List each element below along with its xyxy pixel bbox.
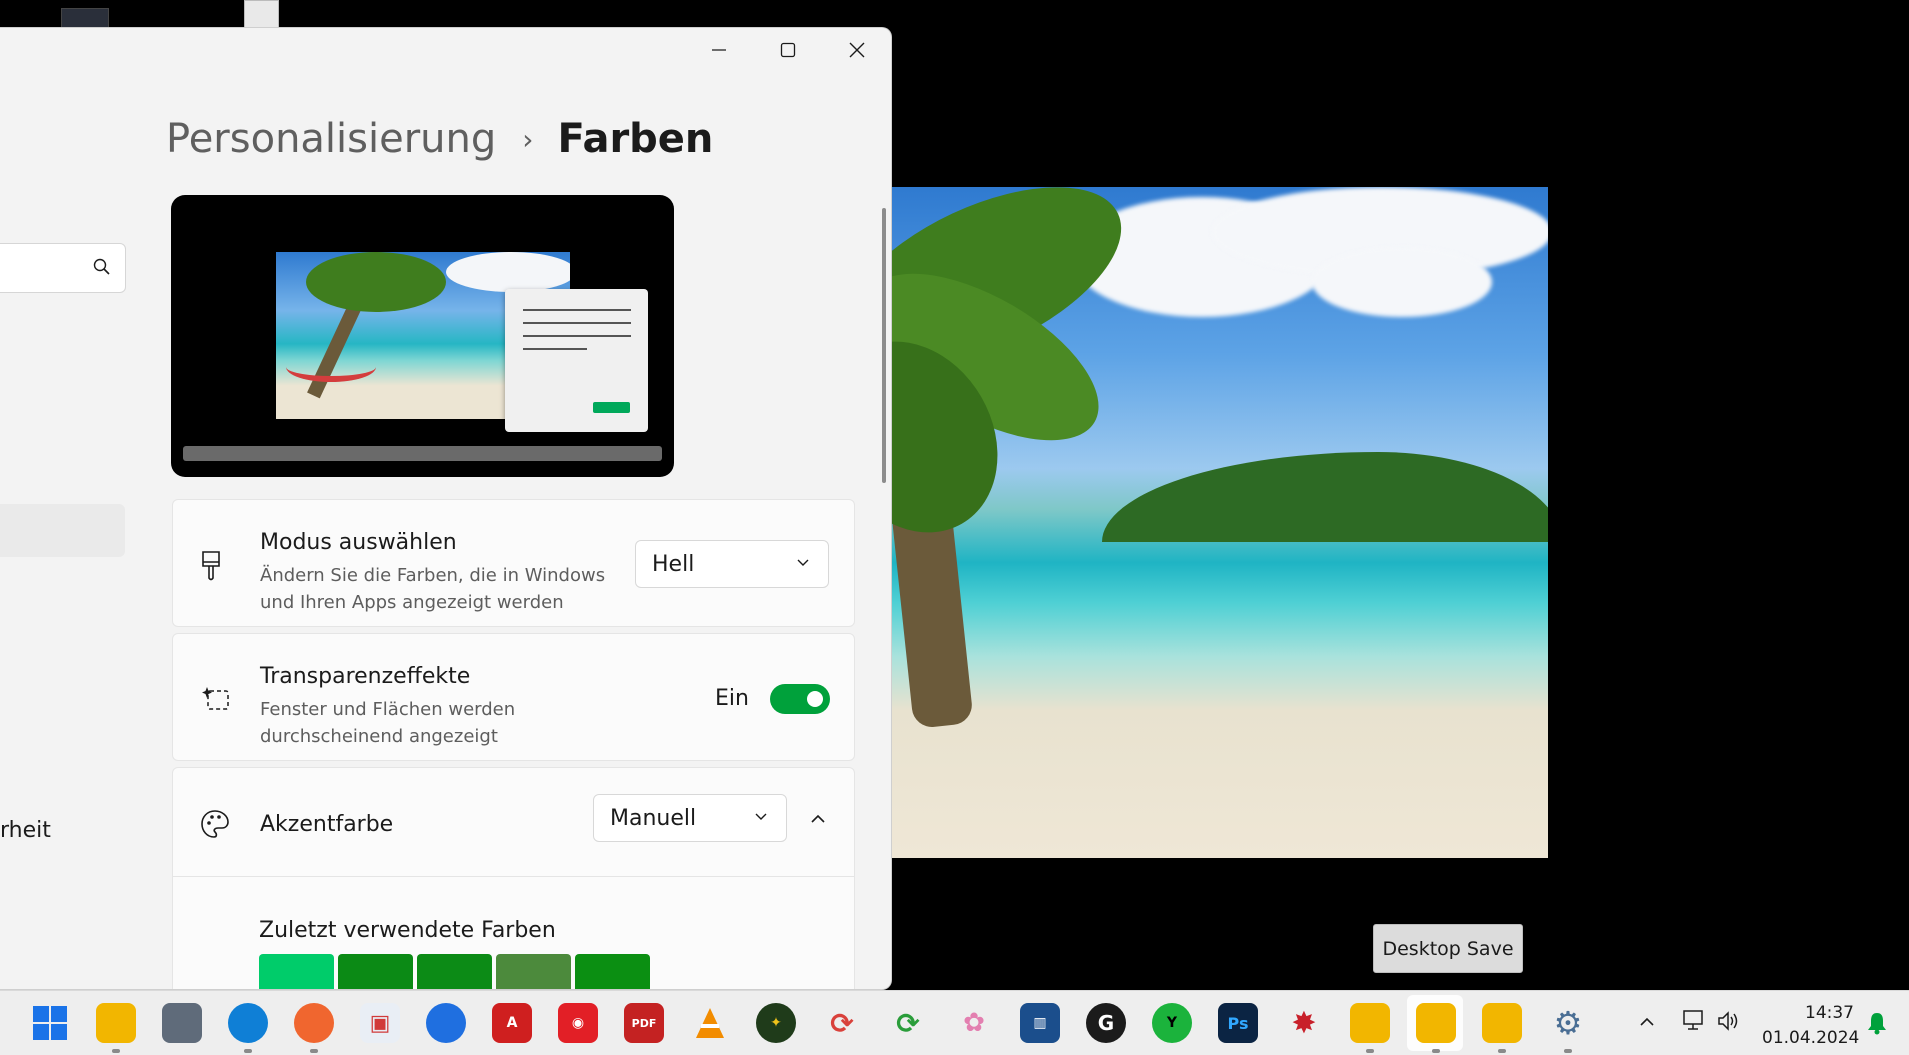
desktop-thumbnail[interactable] (61, 8, 109, 28)
photoshop-icon[interactable]: Ps (1218, 1003, 1258, 1043)
theme-preview (171, 195, 674, 477)
chevron-down-icon (797, 559, 809, 566)
close-button[interactable] (822, 28, 891, 72)
transparency-toggle[interactable] (770, 684, 830, 714)
file-explorer-icon[interactable] (1482, 1003, 1522, 1053)
window-controls (684, 28, 891, 72)
recent-color-swatch[interactable] (575, 954, 650, 989)
transparency-subtitle: Fenster und Flächen werden durchscheinen… (260, 699, 516, 747)
chevron-down-icon (755, 813, 767, 820)
accent-dropdown[interactable]: Manuell (593, 794, 787, 842)
sidebar-item-selected[interactable] (0, 504, 125, 557)
search-icon (93, 258, 110, 275)
desktop-save-button[interactable]: Desktop Save (1373, 924, 1523, 973)
volume-icon[interactable] (1716, 1009, 1742, 1033)
close-icon (849, 42, 864, 58)
mode-dropdown-value: Hell (652, 551, 695, 577)
mode-title: Modus auswählen (260, 530, 457, 555)
breadcrumb: Personalisierung › Farben (166, 116, 713, 162)
taskbar-app-icon[interactable]: Y (1152, 1003, 1192, 1043)
settings-window: Personalisierung › Farben rheit Modus au… (0, 27, 892, 990)
minimize-button[interactable] (684, 28, 753, 72)
taskbar-app-icon[interactable]: ▥ (1020, 1003, 1060, 1043)
page-title: Farben (557, 116, 714, 162)
network-icon[interactable] (1682, 1009, 1708, 1033)
preview-taskbar (183, 446, 662, 461)
clock-time: 14:37 (1805, 1003, 1854, 1023)
recent-color-swatch[interactable] (338, 954, 413, 989)
mode-dropdown[interactable]: Hell (635, 540, 829, 588)
sidebar-item-label[interactable]: rheit (0, 818, 51, 843)
settings-gear-icon[interactable]: ⚙ (1548, 1003, 1588, 1053)
desktop-wallpaper (892, 187, 1548, 858)
preview-window (505, 289, 648, 432)
toggle-knob (807, 691, 823, 707)
accent-title: Akzentfarbe (260, 812, 394, 837)
desktop-document-icon[interactable] (244, 0, 279, 28)
taskbar-clock[interactable]: 14:37 01.04.2024 (1762, 1001, 1860, 1051)
acrobat-icon[interactable]: A (492, 1003, 532, 1043)
taskbar-app-icon[interactable]: ✿ (954, 1003, 994, 1043)
taskbar: ▣ A ◉ PDF ✦ ⟳ ⟳ ✿ ▥ G Y Ps ✸ ⚙ 14:37 01.… (0, 990, 1909, 1055)
windows-logo-icon (33, 1006, 67, 1040)
transparency-state-label: Ein (715, 686, 749, 711)
breadcrumb-parent[interactable]: Personalisierung (166, 116, 496, 162)
scrollbar[interactable] (882, 208, 886, 483)
preview-accent-button (593, 402, 630, 413)
transparency-icon (202, 687, 229, 710)
file-explorer-icon[interactable] (1350, 1003, 1390, 1053)
transparency-card: Transparenzeffekte Fenster und Flächen w… (172, 633, 855, 761)
taskbar-app-icon[interactable]: ▣ (360, 1003, 400, 1043)
file-explorer-icon[interactable] (1416, 1003, 1456, 1053)
sync-icon[interactable]: ⟳ (888, 1003, 928, 1043)
notification-bell-icon[interactable] (1866, 1011, 1888, 1035)
calculator-icon[interactable] (162, 1003, 202, 1043)
thunderbird-icon[interactable] (426, 1003, 466, 1043)
chevron-up-icon[interactable] (1638, 1013, 1656, 1031)
clock-date: 01.04.2024 (1762, 1028, 1860, 1048)
pdf-editor-icon[interactable]: PDF (624, 1003, 664, 1043)
breadcrumb-separator-icon: › (522, 122, 534, 156)
taskbar-app-icon[interactable]: ◉ (558, 1003, 598, 1043)
maximize-icon (780, 42, 795, 58)
file-explorer-icon[interactable] (96, 1003, 136, 1053)
chevron-up-icon[interactable] (809, 810, 827, 828)
taskbar-app-icon[interactable]: G (1086, 1003, 1126, 1043)
recent-color-swatch[interactable] (417, 954, 492, 989)
taskbar-app-icon[interactable]: ✦ (756, 1003, 796, 1043)
start-button[interactable] (30, 1003, 70, 1043)
recent-color-swatch[interactable] (259, 954, 334, 989)
accent-dropdown-value: Manuell (610, 805, 697, 831)
maximize-button[interactable] (753, 28, 822, 72)
brush-icon (202, 551, 220, 581)
accent-card: Akzentfarbe Manuell (172, 767, 855, 879)
mode-card: Modus auswählen Ändern Sie die Farben, d… (172, 499, 855, 627)
palette-icon (201, 810, 229, 838)
recent-colors-title: Zuletzt verwendete Farben (259, 918, 556, 943)
mode-subtitle: Ändern Sie die Farben, die in Windows un… (260, 565, 606, 613)
recent-color-swatch[interactable] (496, 954, 571, 989)
edge-browser-icon[interactable] (228, 1003, 268, 1053)
firefox-icon[interactable] (294, 1003, 334, 1053)
search-input[interactable] (0, 243, 126, 293)
transparency-title: Transparenzeffekte (260, 664, 471, 689)
taskbar-app-icon[interactable]: ✸ (1284, 1003, 1324, 1043)
vlc-icon[interactable] (690, 1003, 730, 1043)
sync-icon[interactable]: ⟳ (822, 1003, 862, 1043)
minimize-icon (711, 49, 726, 51)
